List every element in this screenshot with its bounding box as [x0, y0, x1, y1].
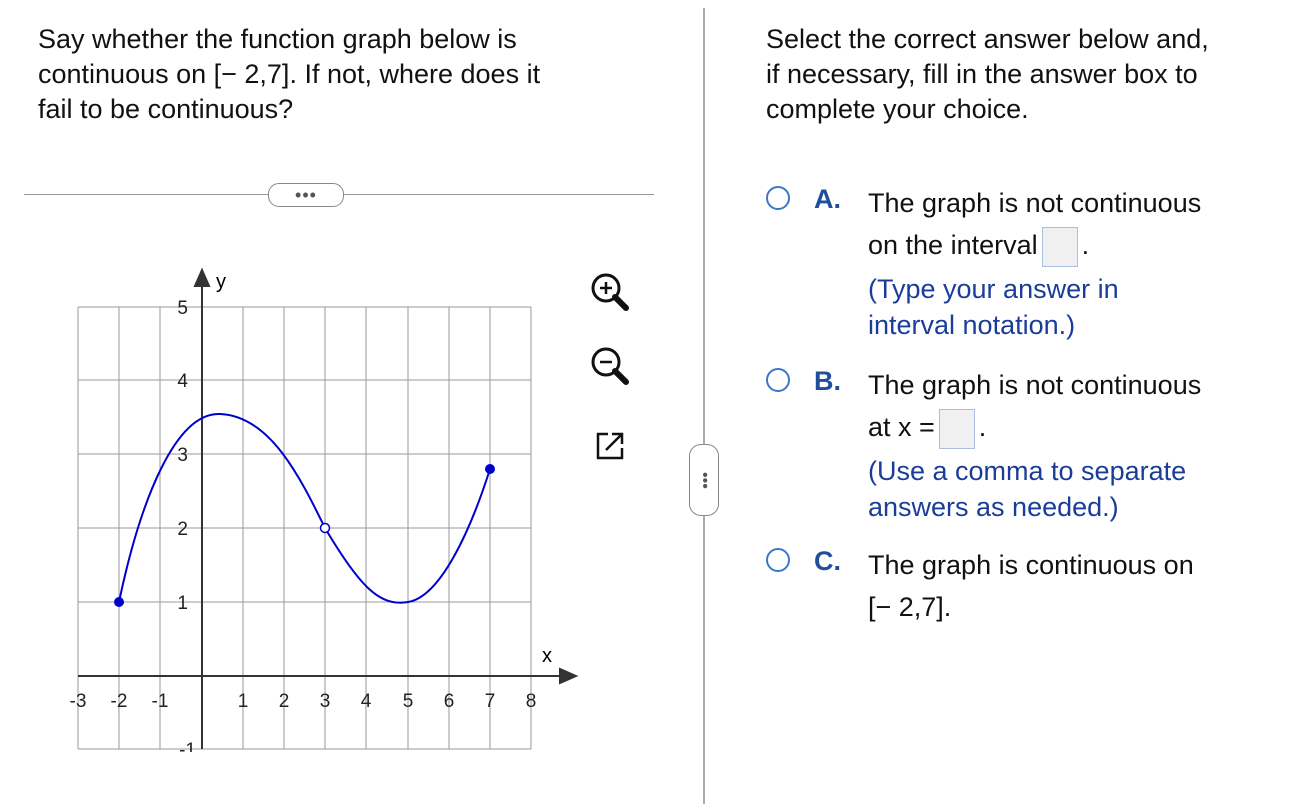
y-tick-label: -1 — [179, 740, 196, 752]
choice-a-note-line-2: interval notation.) — [868, 309, 1076, 340]
closed-endpoint-start — [114, 597, 124, 607]
choice-b-note: (Use a comma to separate answers as need… — [868, 453, 1288, 525]
x-tick-label: 4 — [361, 691, 372, 712]
y-tick-label: 1 — [177, 593, 188, 614]
choice-b-radio[interactable] — [766, 368, 790, 392]
choice-c-radio[interactable] — [766, 548, 790, 572]
grid — [77, 306, 532, 750]
x-tick-label: -1 — [152, 691, 169, 712]
choice-c-letter: C. — [814, 546, 841, 576]
axes — [78, 267, 579, 749]
y-tick-label: 4 — [177, 371, 188, 392]
function-curve — [118, 412, 491, 604]
y-tick-label: 2 — [177, 519, 188, 540]
popout-icon — [596, 432, 624, 460]
choice-a-prompt: on the interval — [868, 230, 1038, 260]
choice-c-line-1: The graph is continuous on — [868, 550, 1194, 580]
zoom-in-icon — [591, 273, 629, 311]
choice-a-text: The graph is not continuous on the inter… — [868, 182, 1288, 343]
question-line-1: Say whether the function graph below is — [38, 24, 517, 54]
question-line-2: continuous on [− 2,7]. If not, where doe… — [38, 59, 541, 89]
x-tick-label: 2 — [279, 691, 290, 712]
x-tick-label: -3 — [70, 691, 87, 712]
choice-b-prompt: at x = — [868, 412, 935, 442]
y-tick-label: 3 — [177, 445, 188, 466]
choice-a-answer-box[interactable] — [1041, 226, 1078, 267]
choice-b-text: The graph is not continuous at x =. (Use… — [868, 364, 1288, 525]
choice-a-period: . — [1081, 230, 1090, 260]
zoom-out-icon — [591, 347, 629, 385]
x-axis-label: x — [542, 645, 552, 667]
choice-b-letter: B. — [814, 366, 841, 396]
question-text: Say whether the function graph below is … — [38, 22, 638, 127]
popout-button[interactable] — [590, 426, 634, 470]
instructions-line-1: Select the correct answer below and, — [766, 24, 1209, 54]
x-tick-label: 3 — [320, 691, 331, 712]
pane-resize-handle[interactable]: ••• — [689, 444, 719, 516]
choice-b-note-line-2: answers as needed.) — [868, 491, 1119, 522]
zoom-out-button[interactable] — [588, 344, 632, 388]
instructions-line-3: complete your choice. — [766, 94, 1029, 124]
x-tick-label: -2 — [111, 691, 128, 712]
y-tick-label: 5 — [177, 298, 188, 319]
choice-a-line-1: The graph is not continuous — [868, 188, 1202, 218]
choice-a-radio[interactable] — [766, 186, 790, 210]
answer-pane: Select the correct answer below and, if … — [766, 22, 1286, 127]
instructions: Select the correct answer below and, if … — [766, 22, 1286, 127]
choice-b-answer-box[interactable] — [938, 408, 975, 449]
x-tick-label: 6 — [444, 691, 455, 712]
choice-b-line-1: The graph is not continuous — [868, 370, 1202, 400]
open-point-hole — [319, 522, 331, 534]
expand-more-button[interactable]: ••• — [268, 183, 344, 207]
instructions-line-2: if necessary, fill in the answer box to — [766, 59, 1198, 89]
x-tick-label: 1 — [238, 691, 249, 712]
y-axis-label: y — [216, 271, 226, 293]
question-pane: Say whether the function graph below is … — [0, 0, 700, 804]
choice-a-letter: A. — [814, 184, 841, 214]
choice-b-line-2: at x =. — [868, 406, 1288, 449]
pane-divider — [703, 8, 705, 804]
x-tick-label: 7 — [485, 691, 496, 712]
choice-c-line-2: [− 2,7]. — [868, 592, 952, 622]
x-tick-labels: -3 -2 -1 1 2 3 4 5 6 7 8 — [70, 691, 537, 712]
x-tick-label: 8 — [526, 691, 537, 712]
choice-b-note-line-1: (Use a comma to separate — [868, 455, 1187, 486]
question-line-3: fail to be continuous? — [38, 94, 294, 124]
choice-a-line-2: on the interval. — [868, 224, 1288, 267]
function-graph: x y -3 -2 -1 1 2 3 4 5 6 7 8 -1 1 2 3 4 … — [70, 267, 579, 752]
choice-c-text: The graph is continuous on [− 2,7]. — [868, 544, 1288, 628]
handle-dots: ••• — [696, 471, 713, 489]
choice-a-note-line-1: (Type your answer in — [868, 273, 1119, 304]
zoom-in-button[interactable] — [588, 270, 632, 314]
closed-endpoint-end — [485, 464, 495, 474]
choice-b-period: . — [978, 412, 987, 442]
y-tick-labels: -1 1 2 3 4 5 — [177, 298, 196, 752]
choice-a-note: (Type your answer in interval notation.) — [868, 271, 1288, 343]
x-tick-label: 5 — [403, 691, 414, 712]
